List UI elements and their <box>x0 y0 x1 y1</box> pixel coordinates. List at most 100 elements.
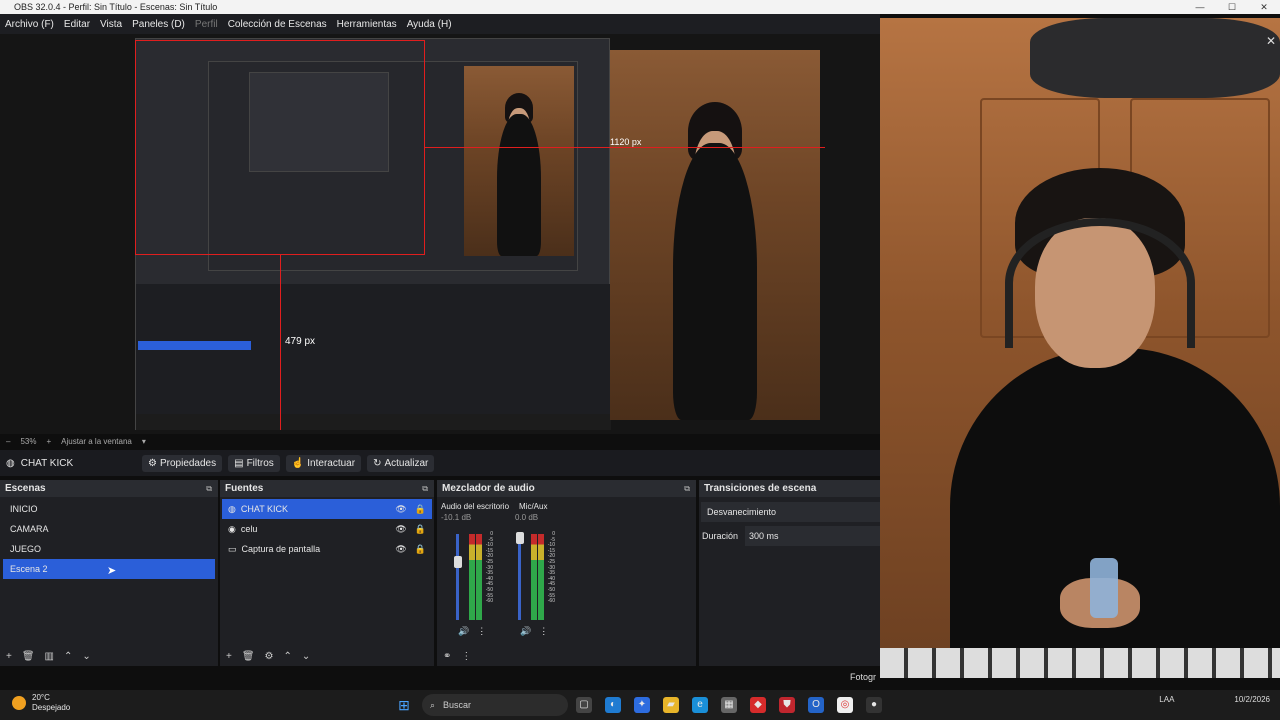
title-bar: OBS 32.0.4 - Perfil: Sin Título - Escena… <box>0 0 1280 14</box>
chevron-up-icon[interactable]: ⌃ <box>284 651 292 662</box>
properties-button[interactable]: ⚙ Propiedades <box>142 454 223 472</box>
copilot-icon[interactable]: ◐ <box>605 697 621 713</box>
camera-icon: ◉ <box>228 523 236 534</box>
chevron-down-icon[interactable]: ⌄ <box>302 651 310 662</box>
menu-scene-collection[interactable]: Colección de Escenas <box>223 19 332 30</box>
chevron-up-icon[interactable]: ⌃ <box>64 651 72 662</box>
language-indicator[interactable]: LAA <box>1159 695 1174 704</box>
popout-icon[interactable]: ⧉ <box>422 484 428 494</box>
refresh-icon: ↻ <box>373 457 382 469</box>
add-icon[interactable]: + <box>6 651 12 662</box>
fit-window-label[interactable]: Ajustar a la ventana <box>61 437 132 446</box>
lock-icon[interactable]: 🔒 <box>415 524 426 535</box>
source-item-celu[interactable]: ◉ celu 👁 🔒 <box>222 519 432 539</box>
refresh-button[interactable]: ↻ Actualizar <box>367 454 435 472</box>
mouse-cursor-icon: ➤ <box>107 565 117 577</box>
trash-icon[interactable]: 🗑 <box>242 651 255 662</box>
chevron-down-icon[interactable]: ⌄ <box>82 651 90 662</box>
app-icon[interactable]: ✦ <box>634 697 650 713</box>
scenes-title: Escenas <box>5 483 46 494</box>
task-view-icon[interactable]: ▢ <box>576 697 592 713</box>
zoom-in-button[interactable]: + <box>46 437 51 446</box>
weather-desc: Despejado <box>32 703 71 712</box>
channel-db: 0.0 dB <box>515 513 539 522</box>
duration-input[interactable]: 300 ms <box>745 526 880 546</box>
speaker-icon[interactable]: 🔊 <box>458 626 469 637</box>
menu-profile[interactable]: Perfil <box>190 19 223 30</box>
level-meter <box>531 534 537 620</box>
close-icon[interactable]: ✕ <box>1266 34 1276 48</box>
obs-icon[interactable]: ● <box>866 697 882 713</box>
volume-slider[interactable] <box>456 534 459 620</box>
menu-edit[interactable]: Editar <box>59 19 95 30</box>
menu-file[interactable]: Archivo (F) <box>0 19 59 30</box>
lock-icon[interactable]: 🔒 <box>415 544 426 555</box>
speaker-icon[interactable]: 🔊 <box>520 626 531 637</box>
gear-icon[interactable]: ⚙ <box>265 651 274 662</box>
selection-box[interactable] <box>135 40 425 255</box>
source-item-chat-kick[interactable]: ◍ CHAT KICK 👁 🔒 <box>222 499 432 519</box>
sun-icon <box>12 696 26 710</box>
mixer-channel-desktop: Audio del escritorio -10.1 dB 0 -5 -10 -15-… <box>441 502 511 636</box>
chevron-down-icon[interactable]: ▾ <box>142 437 146 446</box>
taskbar-search[interactable]: ⌕ Buscar <box>422 694 568 716</box>
current-source: ◍ CHAT KICK <box>0 458 142 469</box>
keyboard <box>880 648 1280 678</box>
level-meter <box>469 534 475 620</box>
menu-tools[interactable]: Herramientas <box>332 19 402 30</box>
trash-icon[interactable]: 🗑 <box>22 651 35 662</box>
current-source-name: CHAT KICK <box>20 457 74 469</box>
outlook-icon[interactable]: O <box>808 697 824 713</box>
scene-item[interactable]: INICIO <box>3 499 215 519</box>
zoom-out-button[interactable]: – <box>6 437 10 446</box>
weather-widget[interactable]: 20°C Despejado <box>12 693 70 713</box>
clock-date[interactable]: 10/2/2026 <box>1234 695 1270 704</box>
windows-start-icon[interactable]: ⊞ <box>396 697 412 713</box>
chrome-icon[interactable]: ◎ <box>837 697 853 713</box>
folder-icon[interactable]: ▰ <box>663 697 679 713</box>
audio-mixer-dock: Mezclador de audio ⧉ Audio del escritorio… <box>437 480 696 666</box>
menu-docks[interactable]: Paneles (D) <box>127 19 190 30</box>
red-app-icon[interactable]: ◆ <box>750 697 766 713</box>
fotograma-label: Fotogr <box>850 672 877 682</box>
more-icon[interactable]: ⋮ <box>461 651 471 662</box>
water-bottle <box>1090 558 1118 618</box>
size-label-height: 479 px <box>285 336 316 347</box>
minimize-button[interactable]: — <box>1184 0 1216 14</box>
zoom-level: 53% <box>20 436 37 446</box>
volume-knob[interactable] <box>454 556 462 568</box>
channel-name: Mic/Aux <box>519 502 548 511</box>
add-icon[interactable]: + <box>226 651 232 662</box>
preview-canvas[interactable]: 1120 px 479 px <box>0 34 880 434</box>
scene-item[interactable]: CAMARA <box>3 519 215 539</box>
source-item-screen-capture[interactable]: ▭ Captura de pantalla 👁 🔒 <box>222 539 432 559</box>
link-icon[interactable]: ⚭ <box>443 651 451 662</box>
eye-icon[interactable]: 👁 <box>395 524 406 535</box>
filter-icon[interactable]: ▥ <box>45 651 54 662</box>
bag <box>1030 18 1280 98</box>
interact-button[interactable]: ☝ Interactuar <box>285 454 362 472</box>
maximize-button[interactable]: ☐ <box>1216 0 1248 14</box>
volume-knob[interactable] <box>516 532 524 544</box>
edge-icon[interactable]: e <box>692 697 708 713</box>
popout-icon[interactable]: ⧉ <box>684 484 690 494</box>
sources-dock: Fuentes ⧉ ◍ CHAT KICK 👁 🔒 ◉ celu 👁 🔒 ▭ Capt… <box>220 480 434 666</box>
shield-app-icon[interactable]: ⛊ <box>779 697 795 713</box>
close-button[interactable]: ✕ <box>1248 0 1280 14</box>
menu-view[interactable]: Vista <box>95 19 127 30</box>
scene-item[interactable]: JUEGO <box>3 539 215 559</box>
eye-icon[interactable]: 👁 <box>395 504 406 515</box>
eye-icon[interactable]: 👁 <box>395 544 406 555</box>
more-icon[interactable]: ⋮ <box>477 626 486 637</box>
size-label-width: 1120 px <box>610 137 642 147</box>
more-icon[interactable]: ⋮ <box>539 626 548 637</box>
scene-item-selected[interactable]: Escena 2 ➤ <box>3 559 215 579</box>
menu-help[interactable]: Ayuda (H) <box>402 19 457 30</box>
transitions-title: Transiciones de escena <box>704 483 817 494</box>
popout-icon[interactable]: ⧉ <box>206 484 212 494</box>
store-icon[interactable]: ▦ <box>721 697 737 713</box>
filters-button[interactable]: ▤ Filtros <box>228 454 280 472</box>
volume-slider[interactable] <box>518 534 521 620</box>
lock-icon[interactable]: 🔒 <box>415 504 426 515</box>
transition-type-select[interactable]: Desvanecimiento <box>701 502 880 522</box>
